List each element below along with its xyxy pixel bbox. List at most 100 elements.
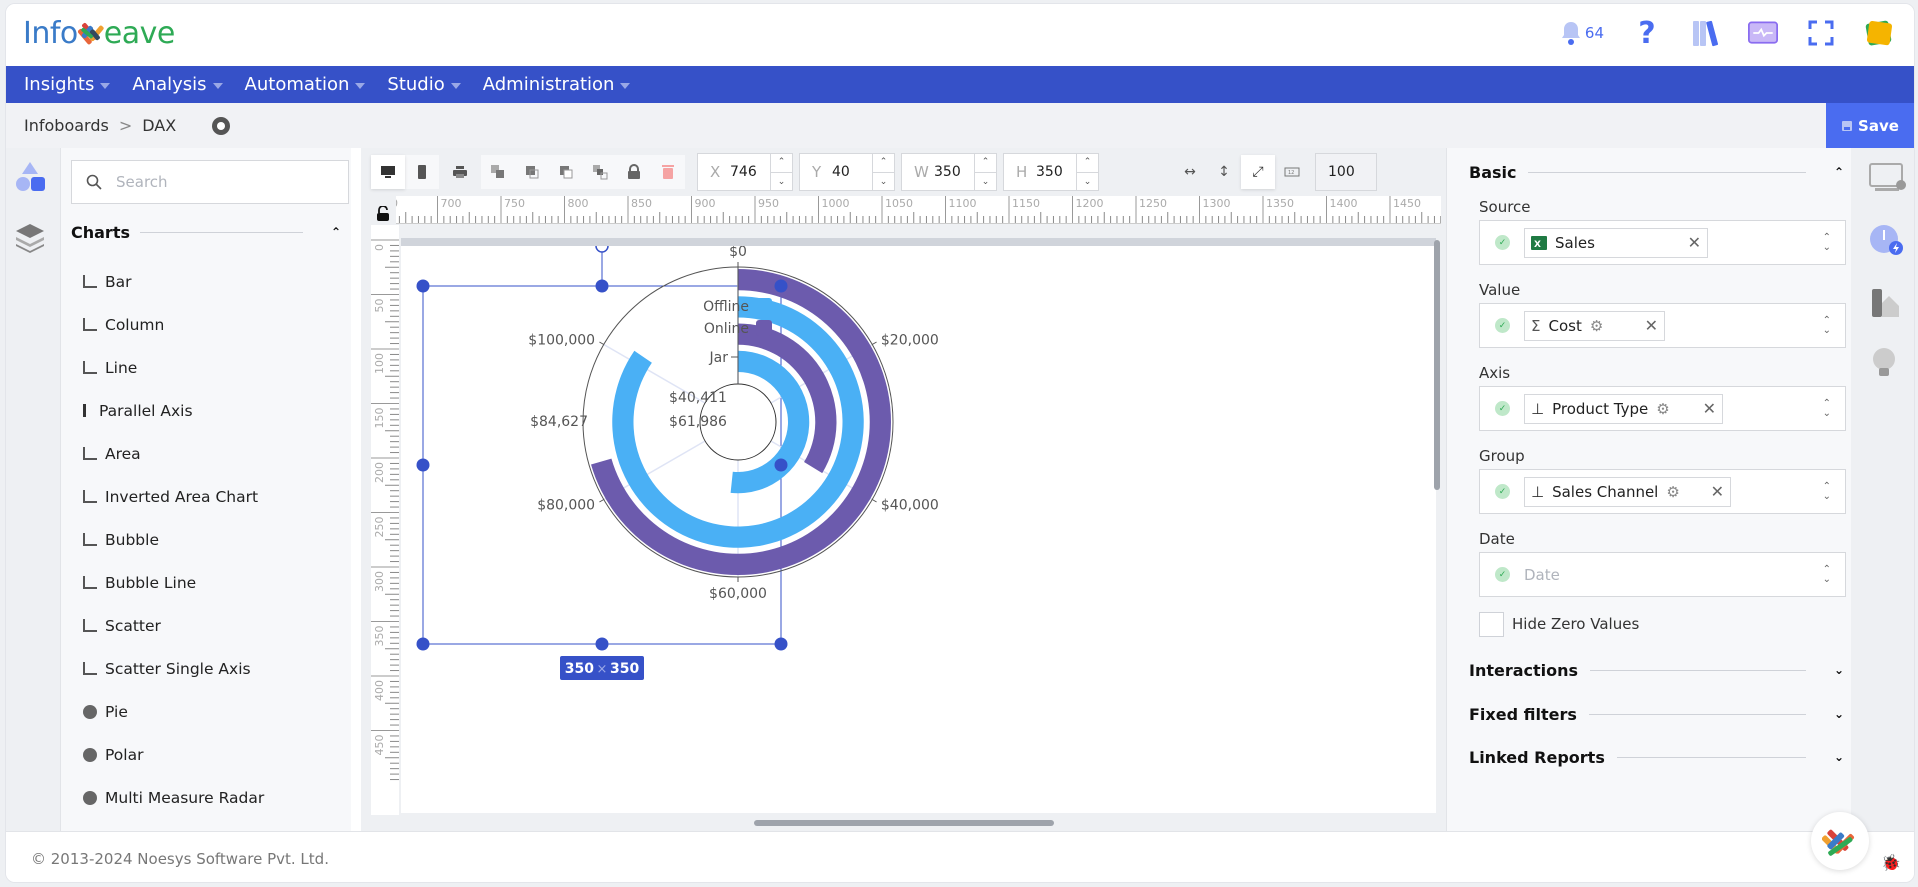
search-input[interactable] — [116, 173, 316, 191]
widget-settings-tab[interactable] — [1869, 162, 1906, 196]
remove-icon[interactable]: ✕ — [1688, 233, 1701, 252]
chevron-up-icon[interactable]: ⌃ — [771, 153, 792, 173]
mobile-view-button[interactable] — [405, 155, 439, 189]
desktop-view-button[interactable] — [371, 155, 405, 189]
group-field[interactable]: ✓ ⊥ Sales Channel ⚙ ✕ ⌃ ⌄ — [1479, 469, 1846, 514]
user-avatar-button[interactable] — [1864, 18, 1894, 48]
sort-arrows-icon[interactable]: ⌃ ⌄ — [1823, 233, 1831, 253]
send-backward-button[interactable] — [515, 155, 549, 189]
chevron-up-icon[interactable]: ⌃ — [873, 153, 894, 173]
library-button[interactable] — [1690, 18, 1720, 48]
fit-screen-button[interactable]: ⤢ — [1241, 155, 1275, 189]
hide-zero-values-checkbox[interactable] — [1479, 612, 1504, 637]
linked-reports-section-header[interactable]: Linked Reports ⌄ — [1469, 745, 1844, 769]
breadcrumb-infoboards[interactable]: Infoboards — [24, 116, 109, 135]
resize-handle[interactable] — [416, 279, 430, 293]
nav-insights[interactable]: Insights — [24, 74, 111, 95]
fullscreen-button[interactable] — [1806, 18, 1836, 48]
y-stepper[interactable]: ⌃ ⌄ — [872, 153, 894, 191]
x-position-field[interactable]: X ⌃⌄ — [697, 153, 793, 191]
send-to-back-button[interactable] — [583, 155, 617, 189]
resize-handle[interactable] — [774, 279, 788, 293]
chevron-down-icon[interactable]: ⌄ — [873, 173, 894, 192]
lock-element-button[interactable] — [617, 155, 651, 189]
monitor-button[interactable] — [1748, 18, 1778, 48]
chart-type-item[interactable]: Area — [83, 432, 264, 475]
chevron-up-icon[interactable]: ⌃ — [1077, 153, 1098, 173]
charts-section-header[interactable]: Charts ⌃ — [71, 220, 341, 244]
width-input[interactable] — [934, 164, 974, 180]
resize-handle[interactable] — [774, 458, 788, 472]
print-button[interactable] — [443, 155, 477, 189]
chart-type-item[interactable]: Parallel Axis — [83, 389, 264, 432]
chart-type-item[interactable]: Line — [83, 346, 264, 389]
design-canvas[interactable]: $0 $20,000 $40,000 $60,000 $80,000 $100,000 Ja… — [401, 238, 1436, 813]
sort-arrows-icon[interactable]: ⌃ ⌄ — [1823, 399, 1831, 419]
bug-report-icon[interactable]: 🐞 — [1881, 853, 1901, 872]
ruler-toggle-button[interactable]: 12 — [1275, 155, 1309, 189]
remove-icon[interactable]: ✕ — [1645, 316, 1658, 335]
chart-type-item[interactable]: Bubble — [83, 518, 264, 561]
resize-handle[interactable] — [416, 458, 430, 472]
save-button[interactable]: Save — [1826, 103, 1914, 148]
delete-button[interactable] — [651, 155, 685, 189]
basic-section-header[interactable]: Basic ⌃ — [1469, 160, 1844, 184]
resize-handle[interactable] — [774, 637, 788, 651]
fit-height-button[interactable]: ↕ — [1207, 155, 1241, 189]
bring-to-front-button[interactable] — [549, 155, 583, 189]
resize-handle[interactable] — [595, 637, 609, 651]
insights-tab[interactable] — [1869, 346, 1903, 380]
sort-arrows-icon[interactable]: ⌃ ⌄ — [1823, 482, 1831, 502]
unlock-icon[interactable] — [376, 205, 390, 226]
resize-handle[interactable] — [595, 279, 609, 293]
axis-field[interactable]: ✓ ⊥ Product Type ⚙ ✕ ⌃ ⌄ — [1479, 386, 1846, 431]
nav-studio[interactable]: Studio — [387, 74, 461, 95]
chart-type-item[interactable]: Multi Measure Radar — [83, 776, 264, 819]
style-settings-tab[interactable] — [1869, 286, 1903, 320]
date-field[interactable]: ✓ Date ⌃ ⌄ — [1479, 552, 1846, 597]
x-stepper[interactable]: ⌃ ⌄ — [770, 153, 792, 191]
fit-width-button[interactable]: ↔ — [1173, 155, 1207, 189]
value-field[interactable]: ✓ Σ Cost ⚙ ✕ ⌃ ⌄ — [1479, 303, 1846, 348]
gear-icon[interactable]: ⚙ — [1656, 400, 1669, 418]
nav-automation[interactable]: Automation — [245, 74, 366, 95]
radial-bar-chart[interactable]: $0 $20,000 $40,000 $60,000 $80,000 $100,000 Ja… — [401, 239, 1436, 813]
chart-type-item[interactable]: Scatter Single Axis — [83, 647, 264, 690]
infoweave-logo[interactable]: Info eave — [23, 16, 175, 51]
height-input[interactable] — [1036, 164, 1076, 180]
chevron-up-icon[interactable]: ⌃ — [975, 153, 996, 173]
remove-icon[interactable]: ✕ — [1703, 399, 1716, 418]
chart-type-item[interactable]: Pie — [83, 690, 264, 733]
zoom-level-field[interactable]: 100 — [1315, 153, 1377, 191]
height-stepper[interactable]: ⌃ ⌄ — [1076, 153, 1098, 191]
chart-type-item[interactable]: Scatter — [83, 604, 264, 647]
chart-type-item[interactable]: Inverted Area Chart — [83, 475, 264, 518]
gear-icon[interactable]: ⚙ — [1666, 483, 1679, 501]
horizontal-scrollbar[interactable] — [754, 820, 1054, 826]
chart-type-item[interactable]: Polar — [83, 733, 264, 776]
assistant-fab-button[interactable] — [1811, 812, 1869, 870]
y-input[interactable] — [832, 164, 872, 180]
chart-type-item[interactable]: Column — [83, 303, 264, 346]
nav-analysis[interactable]: Analysis — [132, 74, 223, 95]
y-position-field[interactable]: Y ⌃⌄ — [799, 153, 895, 191]
sort-arrows-icon[interactable]: ⌃ ⌄ — [1823, 565, 1831, 585]
bring-forward-button[interactable] — [481, 155, 515, 189]
notifications-button[interactable]: 64 — [1559, 18, 1604, 48]
resize-handle[interactable] — [416, 637, 430, 651]
layers-tab[interactable] — [14, 220, 46, 258]
width-stepper[interactable]: ⌃ ⌄ — [974, 153, 996, 191]
chevron-down-icon[interactable]: ⌄ — [771, 173, 792, 192]
chart-type-item[interactable]: Bar — [83, 260, 264, 303]
search-box[interactable] — [71, 160, 349, 204]
width-field[interactable]: W ⌃⌄ — [901, 153, 997, 191]
gear-icon[interactable]: ⚙ — [1590, 317, 1603, 335]
chart-type-item[interactable]: Bubble Line — [83, 561, 264, 604]
chevron-down-icon[interactable]: ⌄ — [975, 173, 996, 192]
nav-administration[interactable]: Administration — [483, 74, 631, 95]
vertical-scrollbar[interactable] — [1434, 240, 1440, 490]
interactions-section-header[interactable]: Interactions ⌄ — [1469, 658, 1844, 682]
remove-icon[interactable]: ✕ — [1711, 482, 1724, 501]
shapes-tab[interactable] — [14, 160, 46, 198]
data-settings-tab[interactable] — [1869, 224, 1903, 258]
